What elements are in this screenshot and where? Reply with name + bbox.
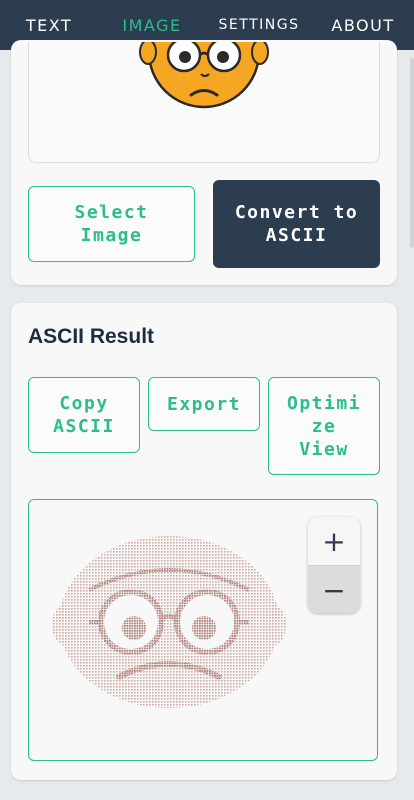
- zoom-controls: + −: [308, 517, 360, 613]
- result-title: ASCII Result: [28, 325, 155, 348]
- optimize-view-button[interactable]: Optimi ze View: [268, 377, 380, 475]
- image-preview: [28, 42, 380, 163]
- scrollbar[interactable]: [410, 58, 414, 248]
- image-card: Select Image Convert to ASCII: [11, 40, 397, 285]
- select-image-button[interactable]: Select Image: [28, 186, 195, 262]
- zoom-out-button[interactable]: −: [308, 565, 360, 613]
- plus-icon: +: [322, 524, 346, 558]
- copy-ascii-button[interactable]: Copy ASCII: [28, 377, 140, 453]
- zoom-in-button[interactable]: +: [308, 517, 360, 565]
- ascii-result-card: ASCII Result Copy ASCII Export Optimi ze…: [11, 303, 397, 780]
- convert-to-ascii-button[interactable]: Convert to ASCII: [213, 180, 380, 268]
- minus-icon: −: [322, 573, 346, 607]
- ascii-output-view[interactable]: + −: [28, 499, 378, 761]
- export-button[interactable]: Export: [148, 377, 260, 431]
- sad-face-emoji-icon: [139, 42, 269, 109]
